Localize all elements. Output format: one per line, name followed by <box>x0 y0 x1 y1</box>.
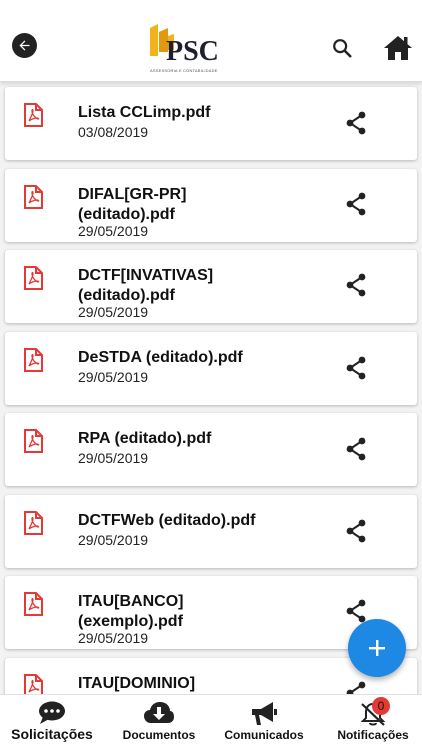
pdf-file-icon <box>24 347 43 372</box>
share-button[interactable] <box>345 192 367 216</box>
chat-bubble-icon <box>39 701 65 724</box>
app-header: PSC ASSESSORIA E CONTABILIDADE <box>0 0 422 82</box>
arrow-left-icon <box>19 40 30 51</box>
share-icon <box>346 599 366 623</box>
file-card[interactable]: DIFAL[GR-PR] (editado).pdf 29/05/2019 <box>5 168 417 242</box>
file-date: 29/05/2019 <box>78 222 149 239</box>
file-date: 29/05/2019 <box>78 450 149 466</box>
home-icon <box>384 36 412 60</box>
share-icon <box>346 681 366 694</box>
file-name: DeSTDA (editado).pdf <box>78 348 243 366</box>
share-icon <box>346 111 366 135</box>
file-date: 29/05/2019 <box>78 630 149 646</box>
nav-comunicados[interactable]: Comunicados <box>216 695 312 750</box>
pdf-file-icon <box>24 184 43 209</box>
pdf-file-icon <box>24 429 43 453</box>
share-button[interactable] <box>345 437 367 461</box>
add-button[interactable] <box>348 619 406 677</box>
file-date: 03/08/2019 <box>78 124 149 140</box>
nav-label-notificacoes: Notificações <box>337 728 409 742</box>
pdf-file-icon <box>24 592 43 616</box>
file-name: ITAU[DOMINIO] (exemplo).pdf <box>78 674 196 692</box>
file-card[interactable]: DCTF[INVATIVAS] (editado).pdf 29/05/2019 <box>5 250 417 323</box>
pdf-file-icon <box>24 103 43 127</box>
back-button[interactable] <box>12 33 37 58</box>
file-card[interactable]: DeSTDA (editado).pdf 29/05/2019 <box>5 331 417 405</box>
file-name: RPA (editado).pdf <box>78 430 212 447</box>
nav-label-solicitacoes: Solicitações <box>11 726 93 742</box>
logo-text: PSC <box>166 36 219 67</box>
file-card[interactable]: RPA (editado).pdf 29/05/2019 <box>5 413 417 486</box>
file-name: Lista CCLimp.pdf <box>78 104 211 121</box>
share-icon <box>346 356 366 379</box>
share-button[interactable] <box>345 356 367 380</box>
pdf-file-icon <box>24 510 43 535</box>
nav-solicitacoes[interactable]: Solicitações <box>2 695 102 750</box>
share-icon <box>346 192 366 215</box>
file-name: DIFAL[GR-PR] (editado).pdf <box>78 185 187 223</box>
file-card[interactable]: DCTFWeb (editado).pdf 29/05/2019 <box>5 494 417 568</box>
file-date: 29/05/2019 <box>78 368 149 385</box>
logo-subtitle: ASSESSORIA E CONTABILIDADE <box>150 68 218 73</box>
file-name: DCTF[INVATIVAS] (editado).pdf <box>78 267 214 304</box>
share-icon <box>346 273 366 297</box>
megaphone-icon <box>252 702 277 725</box>
bottom-navigation: Solicitações Documentos Comunicados Noti… <box>0 694 422 750</box>
nav-label-comunicados: Comunicados <box>224 728 304 742</box>
search-icon <box>333 39 352 58</box>
file-name: DCTFWeb (editado).pdf <box>78 511 256 529</box>
pdf-file-icon <box>24 673 43 694</box>
share-icon <box>346 437 366 461</box>
pdf-file-icon <box>24 266 43 290</box>
share-button[interactable] <box>345 111 367 135</box>
home-button[interactable] <box>383 34 413 62</box>
file-list[interactable]: Lista CCLimp.pdf 03/08/2019 DIFAL[GR-PR] (… <box>0 82 422 694</box>
file-card[interactable]: Lista CCLimp.pdf 03/08/2019 <box>5 87 417 160</box>
file-date: 29/05/2019 <box>78 531 149 548</box>
psc-logo: PSC ASSESSORIA E CONTABILIDADE <box>146 22 219 76</box>
share-button[interactable] <box>345 519 367 543</box>
share-button[interactable] <box>345 273 367 297</box>
file-date: 29/05/2019 <box>78 304 149 320</box>
share-button[interactable] <box>345 599 367 623</box>
file-name: ITAU[BANCO] (exemplo).pdf <box>78 593 184 630</box>
nav-label-documentos: Documentos <box>122 728 196 742</box>
share-button[interactable] <box>345 681 367 694</box>
share-icon <box>346 519 366 542</box>
plus-icon <box>369 640 385 656</box>
nav-documentos[interactable]: Documentos <box>113 695 205 750</box>
search-button[interactable] <box>331 37 353 59</box>
cloud-download-icon <box>144 702 174 723</box>
notification-count-badge: 0 <box>372 697 390 715</box>
